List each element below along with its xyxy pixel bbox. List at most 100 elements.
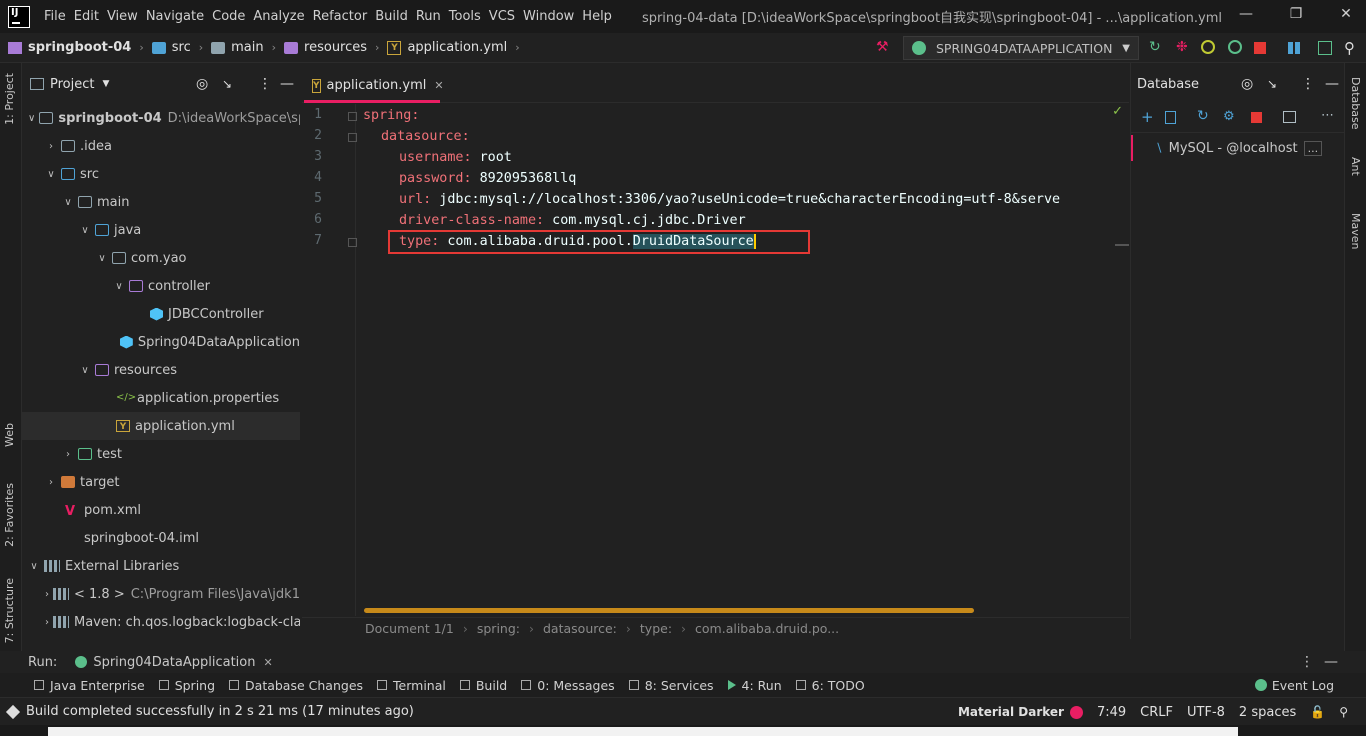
- tree-item[interactable]: › < 1.8 > C:\Program Files\Java\jdk1.8.0: [22, 580, 300, 608]
- code-line[interactable]: url: jdbc:mysql://localhost:3306/yao?use…: [363, 189, 1060, 210]
- code-line[interactable]: datasource:: [363, 126, 470, 147]
- hammer-build-icon[interactable]: ⚒: [876, 39, 890, 55]
- hide-panel-icon[interactable]: —: [1325, 76, 1339, 92]
- code-line[interactable]: username: root: [363, 147, 512, 168]
- menu-refactor[interactable]: Refactor: [309, 9, 372, 24]
- menu-vcs[interactable]: VCS: [485, 9, 519, 24]
- tree-item[interactable]: ∨ com.yao: [22, 244, 300, 272]
- tool-tab-web[interactable]: Web: [3, 423, 16, 447]
- minimize-button[interactable]: —: [1236, 6, 1256, 22]
- chevron-down-icon[interactable]: ∨: [79, 225, 91, 236]
- chevron-down-icon[interactable]: ∨: [28, 561, 40, 572]
- close-tab-icon[interactable]: ✕: [263, 656, 272, 669]
- refresh-icon[interactable]: ↻: [1197, 108, 1209, 124]
- fold-marker-icon[interactable]: [348, 112, 357, 121]
- more-options-icon[interactable]: ⋮: [258, 76, 272, 92]
- tree-item[interactable]: Spring04DataApplication: [22, 328, 300, 356]
- chevron-right-icon[interactable]: ›: [45, 477, 57, 488]
- menu-window[interactable]: Window: [519, 9, 578, 24]
- tree-item[interactable]: Yapplication.yml: [22, 412, 300, 440]
- editor-breadcrumb-item[interactable]: type:: [640, 621, 672, 636]
- more-options-icon[interactable]: ⋮: [1300, 654, 1314, 670]
- chevron-right-icon[interactable]: ›: [62, 449, 74, 460]
- profile-icon[interactable]: [1228, 40, 1242, 54]
- tool-tab-build[interactable]: Build: [459, 678, 507, 693]
- breadcrumb-item-1[interactable]: src ›: [151, 40, 203, 55]
- inspector-icon[interactable]: ⚲: [1339, 705, 1348, 719]
- more-options-icon[interactable]: ⋮: [1301, 76, 1315, 92]
- chevron-down-icon[interactable]: ∨: [113, 281, 125, 292]
- locate-target-icon[interactable]: ◎: [196, 76, 208, 92]
- tool-tab-run[interactable]: 4: Run: [727, 678, 782, 693]
- run-configuration-select[interactable]: SPRING04DATAAPPLICATION ▼: [903, 36, 1139, 60]
- tool-tab-maven[interactable]: Maven: [1349, 213, 1362, 249]
- debug-icon[interactable]: ❉: [1176, 39, 1190, 55]
- editor-breadcrumb-item[interactable]: spring:: [477, 621, 520, 636]
- chevron-down-icon[interactable]: ∨: [45, 169, 57, 180]
- theme-name[interactable]: Material Darker: [958, 705, 1064, 719]
- chevron-right-icon[interactable]: ›: [45, 589, 49, 600]
- add-icon[interactable]: +: [1141, 108, 1154, 126]
- run-config-tab[interactable]: Spring04DataApplication: [93, 655, 255, 670]
- chevron-right-icon[interactable]: ›: [45, 617, 49, 628]
- menu-navigate[interactable]: Navigate: [142, 9, 208, 24]
- tool-tab-database[interactable]: Database: [1349, 77, 1362, 130]
- menu-view[interactable]: View: [103, 9, 142, 24]
- inspection-ok-icon[interactable]: ✓: [1112, 104, 1123, 119]
- chevron-down-icon[interactable]: ∨: [62, 197, 74, 208]
- tree-item[interactable]: ∨ External Libraries: [22, 552, 300, 580]
- editor-breadcrumb-item[interactable]: datasource:: [543, 621, 617, 636]
- search-icon[interactable]: ⚲: [1344, 39, 1358, 57]
- tree-item[interactable]: ∨ resources: [22, 356, 300, 384]
- tree-item[interactable]: › Maven: ch.qos.logback:logback-classic: [22, 608, 300, 636]
- tree-item[interactable]: ∨ springboot-04 D:\ideaWorkSpace\spring: [22, 104, 300, 132]
- tree-item[interactable]: Vpom.xml: [22, 496, 300, 524]
- file-encoding[interactable]: UTF-8: [1187, 705, 1225, 720]
- schema-icon[interactable]: ⚙: [1223, 109, 1235, 124]
- menu-tools[interactable]: Tools: [445, 9, 485, 24]
- menu-edit[interactable]: Edit: [70, 9, 103, 24]
- tool-tab-ant[interactable]: Ant: [1349, 157, 1362, 176]
- code-line[interactable]: password: 892095368llq: [363, 168, 576, 189]
- hide-panel-icon[interactable]: —: [1324, 654, 1338, 670]
- theme-accent-icon[interactable]: [1069, 705, 1083, 719]
- tree-item[interactable]: ∨ main: [22, 188, 300, 216]
- menu-help[interactable]: Help: [578, 9, 616, 24]
- chevron-down-icon[interactable]: ∨: [96, 253, 108, 264]
- cursor-position[interactable]: 7:49: [1097, 705, 1126, 720]
- menu-file[interactable]: File: [40, 9, 70, 24]
- code-line[interactable]: driver-class-name: com.mysql.cj.jdbc.Dri…: [363, 210, 746, 231]
- tree-item[interactable]: ∨ java: [22, 216, 300, 244]
- stop-icon[interactable]: [1251, 112, 1262, 123]
- stop-icon[interactable]: [1254, 42, 1266, 54]
- menu-analyze[interactable]: Analyze: [249, 9, 308, 24]
- line-separator[interactable]: CRLF: [1140, 705, 1173, 720]
- tool-tab-terminal[interactable]: Terminal: [377, 678, 446, 693]
- breadcrumb-item-4[interactable]: Yapplication.yml ›: [387, 40, 520, 55]
- menu-build[interactable]: Build: [371, 9, 412, 24]
- database-connection-item[interactable]: ∖ MySQL - @localhost ...: [1131, 135, 1345, 161]
- terminal-icon[interactable]: [1318, 41, 1332, 55]
- tool-tab-structure[interactable]: 7: Structure: [3, 578, 16, 643]
- table-icon[interactable]: [1283, 111, 1296, 123]
- breadcrumb-item-3[interactable]: resources ›: [284, 40, 379, 55]
- run-with-coverage-icon[interactable]: [1201, 40, 1215, 54]
- event-log-button[interactable]: Event Log: [1254, 678, 1334, 693]
- tool-tab-services[interactable]: 8: Services: [628, 678, 714, 693]
- project-title[interactable]: Project: [50, 77, 94, 92]
- chevron-right-icon[interactable]: ›: [45, 141, 57, 152]
- fold-marker-icon[interactable]: [348, 238, 357, 247]
- status-message[interactable]: Build completed successfully in 2 s 21 m…: [26, 704, 414, 719]
- locate-target-icon[interactable]: ◎: [1241, 76, 1253, 92]
- horizontal-scrollbar[interactable]: [364, 608, 974, 613]
- editor-breadcrumb-item[interactable]: com.alibaba.druid.po...: [695, 621, 839, 636]
- menu-run[interactable]: Run: [412, 9, 445, 24]
- rerun-icon[interactable]: ↻: [1149, 39, 1163, 55]
- tree-item[interactable]: › .idea: [22, 132, 300, 160]
- tab-application-yml[interactable]: Y application.yml ✕: [304, 71, 444, 103]
- tool-tab-spring[interactable]: Spring: [158, 678, 215, 693]
- menu-code[interactable]: Code: [208, 9, 249, 24]
- chevron-down-icon[interactable]: ∨: [28, 113, 35, 124]
- lock-icon[interactable]: 🔓: [1310, 705, 1325, 719]
- tool-tab-todo[interactable]: 6: TODO: [795, 678, 865, 693]
